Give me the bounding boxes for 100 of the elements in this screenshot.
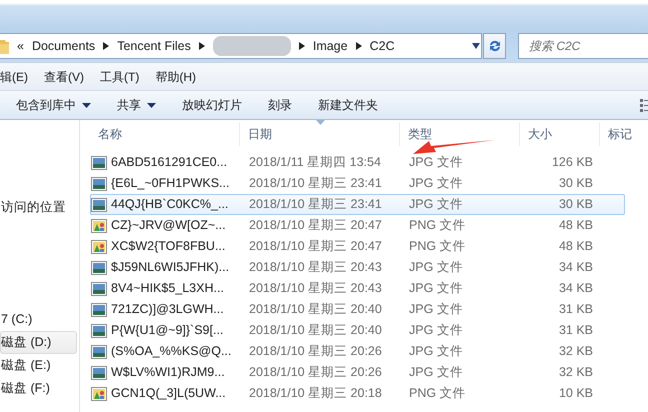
file-row[interactable]: 44QJ{HB`C0KC%_... 2018/1/10 星期三 23:41 JPG 文件 30 KB xyxy=(90,194,625,215)
breadcrumb-item[interactable]: Image xyxy=(312,36,348,56)
file-date: 2018/1/10 星期三 20:40 xyxy=(248,322,383,340)
image-file-icon xyxy=(91,324,107,338)
file-size: 30 KB xyxy=(558,175,593,192)
breadcrumb-item[interactable]: Documents xyxy=(32,36,96,56)
column-header[interactable]: 名称 xyxy=(90,122,240,146)
file-row[interactable]: 6ABD5161291CE0... 2018/1/11 星期四 13:54 JPG 文件 126 KB xyxy=(90,152,625,173)
image-file-icon xyxy=(91,302,107,316)
folder-icon xyxy=(0,38,9,54)
refresh-icon xyxy=(488,39,502,53)
menu-item[interactable]: 辑(E) xyxy=(0,68,40,86)
caret-icon xyxy=(82,102,91,108)
file-type: PNG 文件 xyxy=(408,385,467,402)
file-date: 2018/1/10 星期三 20:18 xyxy=(248,385,383,402)
file-date: 2018/1/10 星期三 20:43 xyxy=(248,259,383,276)
image-file-icon xyxy=(91,260,107,274)
menu-item[interactable]: 工具(T) xyxy=(100,68,152,86)
image-file-icon xyxy=(91,344,107,358)
toolbar-button[interactable]: 刻录 xyxy=(258,94,302,116)
file-name: P{W{U1@~9]}`S9[... xyxy=(111,322,224,340)
file-size: 30 KB xyxy=(558,196,593,214)
file-row[interactable]: {E6L_~0FH1PWKS... 2018/1/10 星期三 23:41 JPG 文件 30 KB xyxy=(90,173,625,194)
image-file-icon xyxy=(91,366,107,380)
file-size: 31 KB xyxy=(558,301,593,318)
image-file-icon xyxy=(91,156,107,170)
file-size: 126 KB xyxy=(550,154,593,172)
file-row[interactable]: P{W{U1@~9]}`S9[... 2018/1/10 星期三 20:40 JPG 文件 31 KB xyxy=(90,320,625,341)
chevron-icon[interactable] xyxy=(103,42,110,50)
search-field[interactable]: 搜索 C2C xyxy=(518,33,648,59)
file-size: 48 KB xyxy=(558,238,593,256)
sidebar-item[interactable]: 访问的位置 xyxy=(0,196,77,219)
chevron-icon[interactable] xyxy=(356,42,362,50)
file-type: JPG 文件 xyxy=(408,364,464,382)
sidebar-item[interactable]: 磁盘 (F:) xyxy=(0,377,77,400)
file-name: {E6L_~0FH1PWKS... xyxy=(111,175,230,192)
file-date: 2018/1/10 星期三 20:47 xyxy=(248,238,383,256)
file-date: 2018/1/11 星期四 13:54 xyxy=(248,154,382,172)
menu-item[interactable]: 帮助(H) xyxy=(155,68,208,86)
sidebar-item[interactable]: 7 (C:) xyxy=(0,308,77,331)
file-name: 44QJ{HB`C0KC%_... xyxy=(111,196,228,214)
column-header[interactable]: 日期 xyxy=(240,122,400,146)
breadcrumb-item[interactable]: Tencent Files xyxy=(117,36,191,56)
file-row[interactable]: 8V4~HIK$5_L3XH... 2018/1/10 星期三 20:43 JPG 文件 34 KB xyxy=(90,278,625,299)
toolbar-button[interactable]: 包含到库中 xyxy=(6,94,101,116)
file-size: 32 KB xyxy=(558,364,593,382)
image-file-icon xyxy=(91,218,107,232)
toolbar-button[interactable]: 新建文件夹 xyxy=(308,94,388,116)
file-type: JPG 文件 xyxy=(408,280,464,298)
file-name: XC$W2{TOF8FBU... xyxy=(111,238,226,256)
file-type: JPG 文件 xyxy=(408,154,464,172)
file-type: PNG 文件 xyxy=(408,238,467,256)
file-type: JPG 文件 xyxy=(408,343,464,360)
caret-icon xyxy=(147,102,156,108)
toolbar-button[interactable]: 共享 xyxy=(107,94,166,116)
file-size: 32 KB xyxy=(558,343,593,360)
image-file-icon xyxy=(91,176,107,190)
file-row[interactable]: (S%OA_%%KS@Q... 2018/1/10 星期三 20:26 JPG 文件 32 KB xyxy=(90,341,625,362)
file-size: 48 KB xyxy=(558,217,593,234)
sidebar-item[interactable]: 磁盘 (D:) xyxy=(0,331,77,354)
chevron-icon[interactable] xyxy=(298,42,305,50)
breadcrumb-overflow[interactable]: « xyxy=(17,36,24,56)
sidebar-item[interactable]: 磁盘 (E:) xyxy=(0,354,77,377)
file-name: GCN1Q(_3]L(5UW... xyxy=(111,385,226,402)
file-row[interactable]: GCN1Q(_3]L(5UW... 2018/1/10 星期三 20:18 PNG 文件 10 KB xyxy=(90,383,625,404)
file-row[interactable]: 721ZC)]@3LGWH... 2018/1/10 星期三 20:40 JPG 文件 31 KB xyxy=(90,299,625,320)
refresh-button[interactable] xyxy=(483,33,506,59)
file-size: 34 KB xyxy=(558,259,593,276)
file-type: PNG 文件 xyxy=(408,217,467,234)
file-date: 2018/1/10 星期三 20:43 xyxy=(248,280,383,298)
file-name: 8V4~HIK$5_L3XH... xyxy=(111,280,224,298)
file-name: 721ZC)]@3LGWH... xyxy=(111,301,224,318)
file-type: JPG 文件 xyxy=(408,259,464,276)
column-header[interactable]: 大小 xyxy=(520,122,600,146)
file-date: 2018/1/10 星期三 20:40 xyxy=(248,301,383,318)
chevron-icon[interactable] xyxy=(198,42,205,50)
view-icon[interactable] xyxy=(640,98,648,112)
file-date: 2018/1/10 星期三 23:41 xyxy=(248,196,383,214)
file-row[interactable]: W$LV%WI1)RJM9... 2018/1/10 星期三 20:26 JPG 文件 32 KB xyxy=(90,362,625,383)
file-size: 34 KB xyxy=(558,280,593,298)
breadcrumb-item[interactable]: C2C xyxy=(370,36,395,56)
file-name: $J59NL6WI5JFHK)... xyxy=(111,259,230,276)
file-row[interactable]: CZ}~JRV@W[OZ~... 2018/1/10 星期三 20:47 PNG 文件 48 KB xyxy=(90,215,625,236)
file-type: JPG 文件 xyxy=(408,322,464,340)
toolbar-button[interactable]: 放映幻灯片 xyxy=(172,94,252,116)
file-size: 31 KB xyxy=(558,322,593,340)
image-file-icon xyxy=(91,198,107,212)
file-date: 2018/1/10 星期三 20:47 xyxy=(248,217,383,234)
file-type: JPG 文件 xyxy=(408,301,464,318)
file-type: JPG 文件 xyxy=(408,175,464,192)
dropdown-icon[interactable] xyxy=(471,43,481,49)
file-date: 2018/1/10 星期三 23:41 xyxy=(248,175,383,192)
file-row[interactable]: XC$W2{TOF8FBU... 2018/1/10 星期三 20:47 PNG 文件 48 KB xyxy=(90,236,625,257)
file-row[interactable]: $J59NL6WI5JFHK)... 2018/1/10 星期三 20:43 JPG 文件 34 KB xyxy=(90,257,625,278)
file-date: 2018/1/10 星期三 20:26 xyxy=(248,343,383,360)
menu-item[interactable]: 查看(V) xyxy=(44,68,96,86)
file-date: 2018/1/10 星期三 20:26 xyxy=(248,364,383,382)
column-header[interactable]: 标记 xyxy=(600,122,648,146)
address-bar[interactable]: « Documents Tencent Files Image C2C xyxy=(0,33,482,59)
file-type: JPG 文件 xyxy=(408,196,464,214)
